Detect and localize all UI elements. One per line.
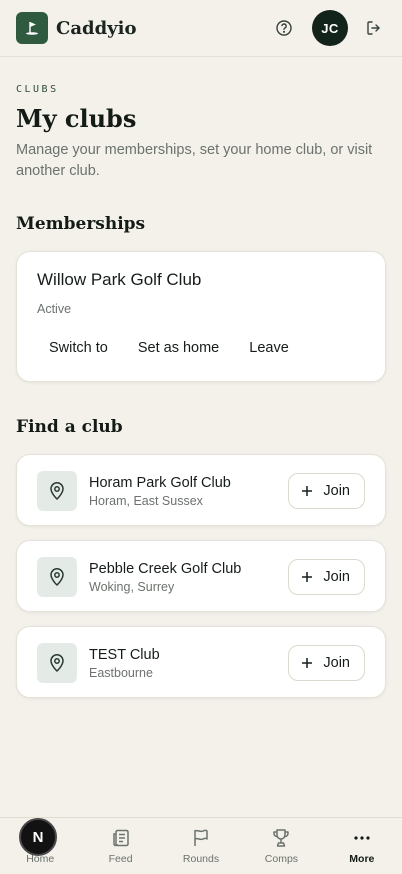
plus-icon	[301, 657, 313, 669]
dev-badge[interactable]: N	[19, 818, 57, 856]
page-subtitle: Manage your memberships, set your home c…	[16, 142, 373, 179]
memberships-heading: Memberships	[16, 214, 146, 234]
avatar[interactable]: JC	[312, 10, 348, 46]
join-button[interactable]: Join	[288, 473, 365, 509]
map-pin-icon	[37, 471, 77, 511]
logout-icon[interactable]	[362, 16, 386, 40]
nav-label: Comps	[264, 853, 299, 865]
app-name[interactable]: Caddyio	[56, 18, 136, 39]
switch-to-button[interactable]: Switch to	[37, 336, 120, 360]
club-card: TEST Club Eastbourne Join	[16, 626, 386, 698]
plus-icon	[301, 485, 313, 497]
club-location: Woking, Surrey	[89, 580, 175, 594]
join-label: Join	[323, 655, 350, 671]
trophy-icon	[271, 827, 291, 849]
club-card: Horam Park Golf Club Horam, East Sussex …	[16, 454, 386, 526]
feed-icon	[111, 827, 131, 849]
flag-icon	[191, 827, 211, 849]
map-pin-icon	[37, 557, 77, 597]
help-icon[interactable]	[272, 16, 296, 40]
membership-card: Willow Park Golf Club Active Switch to S…	[16, 251, 386, 382]
bottom-nav: Home Feed Rounds Comps More	[0, 817, 402, 874]
nav-label: Feed	[108, 853, 133, 865]
club-name: Pebble Creek Golf Club	[89, 561, 242, 577]
leave-button[interactable]: Leave	[237, 336, 301, 360]
page-title: My clubs	[16, 104, 137, 133]
nav-item-rounds[interactable]: Rounds	[161, 818, 241, 874]
join-button[interactable]: Join	[288, 559, 365, 595]
club-location: Horam, East Sussex	[89, 494, 203, 508]
join-label: Join	[323, 483, 350, 499]
membership-club-name: Willow Park Golf Club	[37, 270, 202, 289]
club-location: Eastbourne	[89, 666, 153, 680]
map-pin-icon	[37, 643, 77, 683]
join-button[interactable]: Join	[288, 645, 365, 681]
join-label: Join	[323, 569, 350, 585]
nav-item-comps[interactable]: Comps	[241, 818, 321, 874]
plus-icon	[301, 571, 313, 583]
nav-label: More	[349, 853, 375, 865]
app-header: Caddyio JC	[0, 0, 402, 57]
club-name: Horam Park Golf Club	[89, 475, 231, 491]
set-as-home-button[interactable]: Set as home	[126, 336, 231, 360]
club-name: TEST Club	[89, 647, 160, 663]
section-kicker: CLUBS	[16, 84, 59, 95]
nav-item-feed[interactable]: Feed	[80, 818, 160, 874]
more-icon	[352, 827, 372, 849]
golf-flag-icon[interactable]	[16, 12, 48, 44]
club-card: Pebble Creek Golf Club Woking, Surrey Jo…	[16, 540, 386, 612]
nav-item-more[interactable]: More	[322, 818, 402, 874]
find-club-heading: Find a club	[16, 417, 123, 437]
nav-label: Rounds	[182, 853, 220, 865]
membership-status: Active	[37, 302, 72, 316]
